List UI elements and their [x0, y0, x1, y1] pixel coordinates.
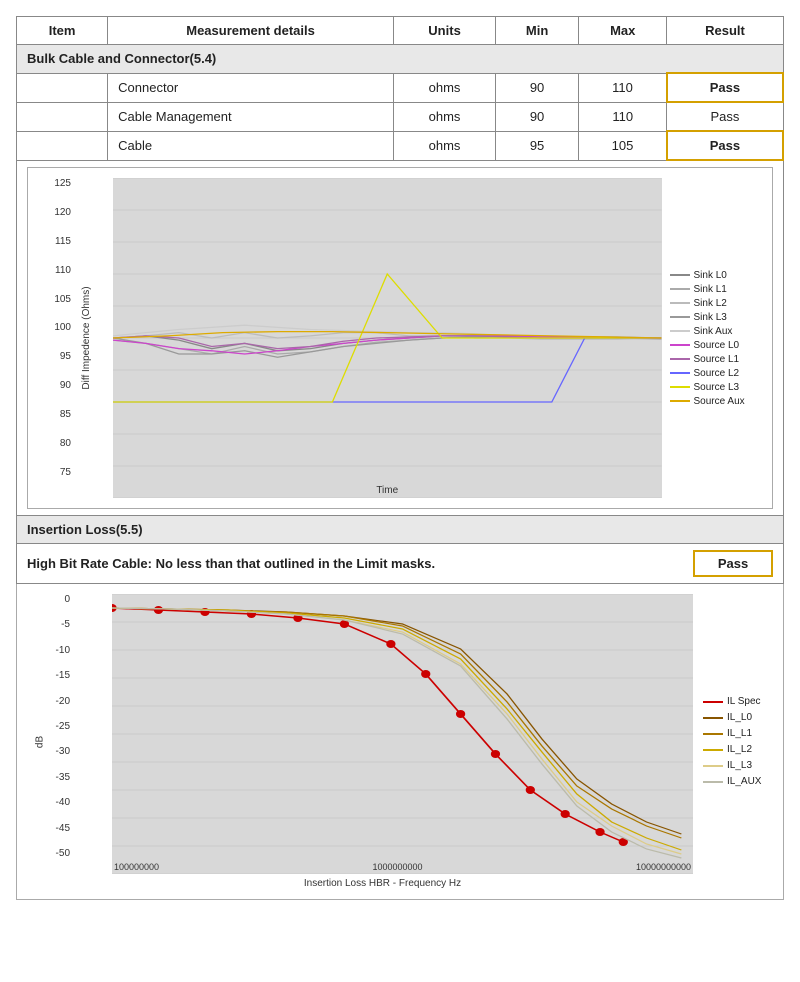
legend-label: Source L3	[694, 382, 740, 393]
impedance-chart-cell: Diff Impedence (Ohms) 125120115110105 10…	[17, 160, 784, 516]
cell-min-1: 90	[496, 73, 579, 102]
legend-label: IL_L1	[727, 728, 752, 739]
legend-label: Source L1	[694, 354, 740, 365]
y-axis-ticks: 125120115110105 1009590858075	[43, 178, 71, 478]
cell-details-2: Cable Management	[108, 102, 394, 131]
il-legend-spec: IL Spec	[703, 696, 773, 707]
cell-item-1	[17, 73, 108, 102]
x-tick-3: 10000000000	[636, 862, 691, 872]
col-header-item: Item	[17, 17, 108, 45]
il-chart-inner: dB 0-5-10-15-20 -25-30-35-40-45-50	[27, 594, 773, 889]
legend-item-sink-l2: Sink L2	[670, 298, 762, 309]
legend-label: IL_L0	[727, 712, 752, 723]
il-legend-l1: IL_L1	[703, 728, 773, 739]
legend-item-source-l3: Source L3	[670, 382, 762, 393]
cell-details-1: Connector	[108, 73, 394, 102]
legend-item-source-l2: Source L2	[670, 368, 762, 379]
legend-label: IL_L3	[727, 760, 752, 771]
legend-label: Sink L1	[694, 284, 727, 295]
il-legend: IL Spec IL_L0 IL_L1 IL_L2 IL_L3 IL_AUX	[693, 594, 773, 889]
cell-min-3: 95	[496, 131, 579, 160]
legend-label: IL Spec	[727, 696, 761, 707]
il-chart-area: 100000000 1000000000 10000000000	[112, 594, 693, 874]
legend-item-source-aux: Source Aux	[670, 396, 762, 407]
section-bulk-cable: Bulk Cable and Connector(5.4)	[17, 45, 784, 74]
col-header-result: Result	[667, 17, 783, 45]
col-header-measurement: Measurement details	[108, 17, 394, 45]
cell-item-2	[17, 102, 108, 131]
il-y-axis-ticks: 0-5-10-15-20 -25-30-35-40-45-50	[42, 594, 70, 859]
il-legend-l2: IL_L2	[703, 744, 773, 755]
legend-label: Sink Aux	[694, 326, 733, 337]
cell-item-3	[17, 131, 108, 160]
legend-item-source-l1: Source L1	[670, 354, 762, 365]
legend-item-source-l0: Source L0	[670, 340, 762, 351]
legend-label: Source L2	[694, 368, 740, 379]
insertion-loss-section-header: Insertion Loss(5.5)	[16, 516, 784, 544]
impedance-chart-container: Diff Impedence (Ohms) 125120115110105 10…	[27, 167, 773, 509]
hbr-result: Pass	[693, 550, 773, 577]
cell-max-3: 105	[579, 131, 667, 160]
cell-result-1: Pass	[667, 73, 783, 102]
cell-max-2: 110	[579, 102, 667, 131]
impedance-svg	[113, 178, 662, 498]
col-header-max: Max	[579, 17, 667, 45]
cell-min-2: 90	[496, 102, 579, 131]
col-header-min: Min	[496, 17, 579, 45]
legend-label: IL_L2	[727, 744, 752, 755]
col-header-units: Units	[393, 17, 495, 45]
legend-item-sink-l0: Sink L0	[670, 270, 762, 281]
legend-item-sink-aux: Sink Aux	[670, 326, 762, 337]
il-x-axis-label: Insertion Loss HBR - Frequency Hz	[72, 878, 693, 889]
legend-label: IL_AUX	[727, 776, 761, 787]
main-table: Item Measurement details Units Min Max R…	[16, 16, 784, 516]
x-tick-2: 1000000000	[372, 862, 422, 872]
cell-details-3: Cable	[108, 131, 394, 160]
table-row: Connector ohms 90 110 Pass	[17, 73, 784, 102]
legend-label: Sink L3	[694, 312, 727, 323]
il-legend-l3: IL_L3	[703, 760, 773, 771]
cell-max-1: 110	[579, 73, 667, 102]
legend-label: Source Aux	[694, 396, 745, 407]
table-row: Cable ohms 95 105 Pass	[17, 131, 784, 160]
il-legend-l0: IL_L0	[703, 712, 773, 723]
table-row: Cable Management ohms 90 110 Pass	[17, 102, 784, 131]
hbr-label: High Bit Rate Cable: No less than that o…	[27, 556, 693, 571]
y-axis-label: Diff Impedence (Ohms)	[81, 286, 92, 389]
cell-result-2: Pass	[667, 102, 783, 131]
impedance-chart-area: Time	[113, 178, 662, 498]
legend-label: Sink L0	[694, 270, 727, 281]
impedance-chart-row: Diff Impedence (Ohms) 125120115110105 10…	[17, 160, 784, 516]
x-axis-label-impedance: Time	[376, 485, 398, 496]
cell-result-3: Pass	[667, 131, 783, 160]
x-tick-1: 100000000	[114, 862, 159, 872]
cell-units-3: ohms	[393, 131, 495, 160]
il-legend-aux: IL_AUX	[703, 776, 773, 787]
hbr-label-bold: High Bit Rate Cable:	[27, 556, 152, 571]
cell-units-1: ohms	[393, 73, 495, 102]
hbr-label-text: No less than that outlined in the Limit …	[156, 556, 436, 571]
legend-label: Source L0	[694, 340, 740, 351]
il-chart-container: dB 0-5-10-15-20 -25-30-35-40-45-50	[16, 584, 784, 900]
il-svg	[112, 594, 693, 874]
section-bulk-cable-title: Bulk Cable and Connector(5.4)	[17, 45, 784, 74]
hbr-row: High Bit Rate Cable: No less than that o…	[16, 544, 784, 584]
legend-label: Sink L2	[694, 298, 727, 309]
legend-item-sink-l1: Sink L1	[670, 284, 762, 295]
impedance-legend: Sink L0 Sink L1 Sink L2 Sink L3	[662, 178, 762, 498]
legend-item-sink-l3: Sink L3	[670, 312, 762, 323]
cell-units-2: ohms	[393, 102, 495, 131]
